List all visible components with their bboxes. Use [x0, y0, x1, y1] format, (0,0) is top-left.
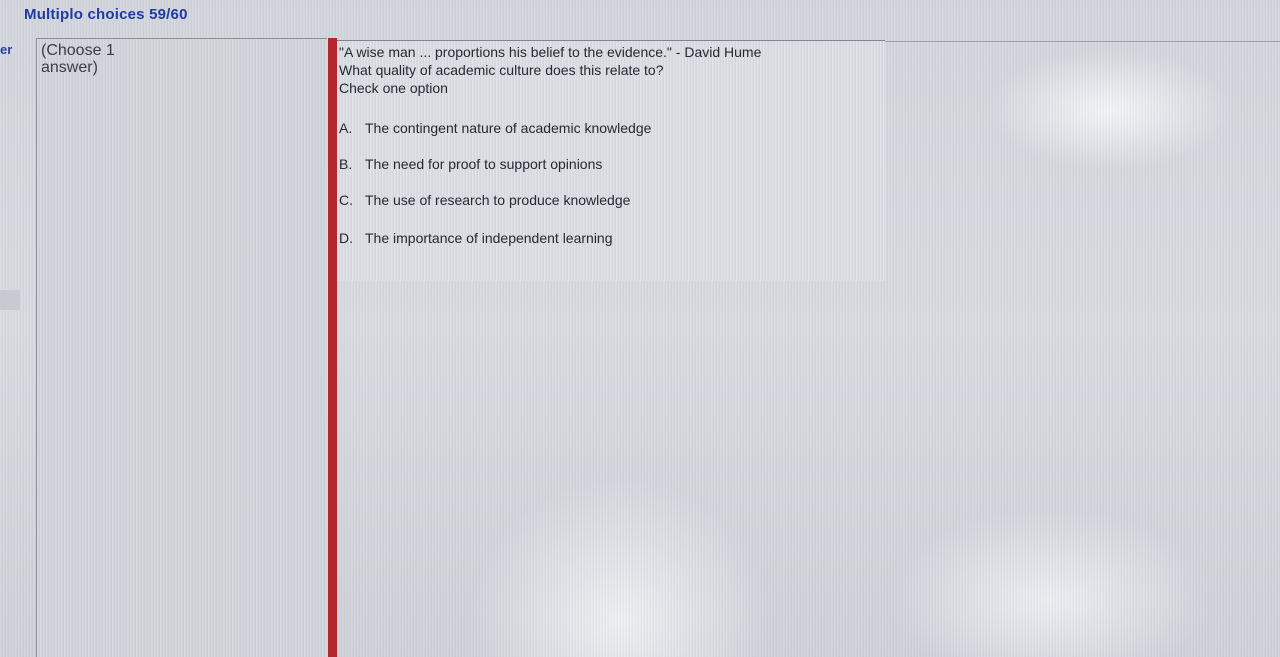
question-panel: "A wise man ... proportions his belief t…: [337, 40, 1280, 281]
instruction-line-1: (Choose 1: [41, 42, 115, 59]
option-b[interactable]: B. The need for proof to support opinion…: [337, 153, 602, 175]
top-bar: Multiplo choices 59/60: [0, 0, 1280, 40]
option-letter: B.: [339, 156, 353, 172]
option-d[interactable]: D. The importance of independent learnin…: [337, 227, 613, 249]
instruction-panel: (Choose 1 answer): [36, 38, 327, 657]
instruction-line-2: answer): [41, 59, 98, 76]
option-text: The importance of independent learning: [365, 230, 613, 246]
page-title: Multiplo choices 59/60: [24, 6, 188, 23]
accent-bar: [328, 38, 337, 657]
question-prompt: What quality of academic culture does th…: [339, 62, 664, 78]
option-text: The need for proof to support opinions: [365, 156, 603, 172]
question-quote: "A wise man ... proportions his belief t…: [339, 44, 762, 60]
left-edge-tab: [0, 290, 20, 310]
option-letter: D.: [339, 230, 353, 246]
option-text: The use of research to produce knowledge: [365, 192, 631, 208]
option-text: The contingent nature of academic knowle…: [365, 120, 652, 136]
panel-rule: [885, 41, 1280, 42]
choose-instruction: (Choose 1 answer): [41, 42, 151, 76]
option-a[interactable]: A. The contingent nature of academic kno…: [337, 117, 651, 139]
option-c[interactable]: C. The use of research to produce knowle…: [337, 189, 630, 211]
truncated-edge-text: er: [0, 42, 13, 57]
option-letter: A.: [339, 120, 353, 136]
question-instruction: Check one option: [339, 80, 448, 96]
option-letter: C.: [339, 192, 353, 208]
